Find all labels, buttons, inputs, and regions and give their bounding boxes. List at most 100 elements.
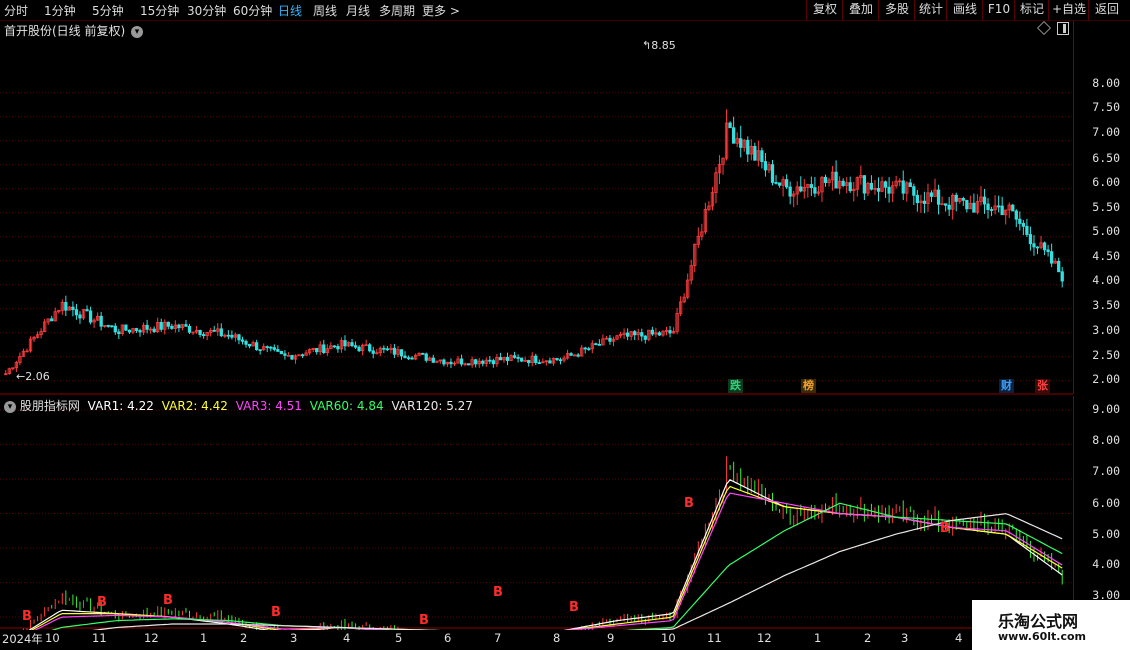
x-tick: 11 bbox=[92, 631, 107, 645]
candle-body bbox=[1035, 246, 1040, 249]
buy-signal-marker: B bbox=[569, 600, 579, 615]
candle-body bbox=[226, 334, 231, 337]
candle-body bbox=[350, 342, 354, 347]
event-tag-rise[interactable]: 张 bbox=[1035, 379, 1050, 393]
event-tag-fall[interactable]: 跌 bbox=[728, 379, 743, 393]
candle-body bbox=[777, 182, 782, 186]
candle-body bbox=[332, 345, 337, 348]
back-button[interactable]: 返回 bbox=[1088, 0, 1125, 20]
event-tag-finance[interactable]: 财 bbox=[999, 379, 1014, 393]
candle-body bbox=[558, 359, 563, 362]
indicator-line-var2 bbox=[30, 485, 1063, 630]
x-tick: 5 bbox=[395, 631, 403, 645]
candle-body bbox=[929, 192, 934, 197]
candle-body bbox=[85, 309, 89, 312]
x-tick: 8 bbox=[553, 631, 561, 645]
candle-body bbox=[488, 359, 492, 362]
candle-body bbox=[650, 329, 655, 335]
candle-body bbox=[442, 359, 446, 365]
x-tick: 12 bbox=[757, 631, 772, 645]
candle-body bbox=[279, 351, 284, 355]
indicator-line-var60 bbox=[51, 502, 1063, 630]
x-tick: 7 bbox=[494, 631, 502, 645]
candle-body bbox=[746, 139, 750, 155]
candle-body bbox=[770, 164, 775, 183]
candle-body bbox=[583, 347, 587, 350]
candle-body bbox=[516, 357, 520, 359]
candle-body bbox=[569, 353, 573, 356]
candle-body bbox=[424, 353, 428, 361]
candle-body bbox=[410, 357, 414, 360]
candle-body bbox=[286, 354, 291, 357]
candle-body bbox=[731, 127, 736, 144]
candle-body bbox=[449, 361, 453, 365]
candle-body bbox=[1042, 242, 1047, 251]
candle-body bbox=[608, 337, 612, 342]
candle-body bbox=[276, 349, 280, 352]
y-tick: 5.00 bbox=[1092, 527, 1120, 541]
candle-body bbox=[943, 203, 948, 206]
candle-body bbox=[633, 331, 637, 336]
buy-signal-marker: B bbox=[684, 496, 694, 511]
y-tick: 9.00 bbox=[1092, 402, 1120, 416]
indicator-var60: VAR60: 4.84 bbox=[309, 399, 384, 413]
candle-body bbox=[166, 321, 170, 327]
indicator-var2: VAR2: 4.42 bbox=[161, 399, 228, 413]
candle-body bbox=[258, 349, 262, 352]
candle-body bbox=[643, 335, 647, 340]
y-tick: 2.50 bbox=[1092, 348, 1120, 362]
candle-body bbox=[99, 315, 103, 327]
candle-body bbox=[1018, 218, 1022, 224]
candle-body bbox=[336, 346, 340, 350]
candle-body bbox=[403, 355, 407, 359]
candle-body bbox=[986, 203, 990, 210]
high-price-label: ↰8.85 bbox=[642, 39, 676, 52]
buy-signal-marker: B bbox=[271, 605, 281, 620]
candle-body bbox=[269, 346, 273, 349]
candle-body bbox=[799, 186, 803, 192]
candle-body bbox=[247, 343, 252, 347]
event-tag-rank[interactable]: 榜 bbox=[801, 379, 816, 393]
indicator-var120: VAR120: 5.27 bbox=[391, 399, 473, 413]
kline-chart[interactable]: B B B B B B B B B bbox=[0, 0, 1074, 630]
y-tick: 4.00 bbox=[1092, 557, 1120, 571]
candle-body bbox=[728, 122, 732, 129]
candle-body bbox=[290, 354, 294, 360]
x-tick: 3 bbox=[901, 631, 909, 645]
candle-body bbox=[371, 350, 375, 354]
candle-body bbox=[753, 146, 757, 161]
candle-body bbox=[159, 322, 163, 330]
candle-body bbox=[901, 180, 905, 194]
candle-body bbox=[201, 334, 206, 336]
y-tick: 8.00 bbox=[1092, 433, 1120, 447]
candle-body bbox=[254, 342, 259, 351]
buy-signal-marker: B bbox=[97, 595, 107, 610]
candle-body bbox=[657, 332, 662, 336]
candle-body bbox=[124, 324, 128, 331]
candle-body bbox=[145, 324, 149, 330]
candle-body bbox=[187, 325, 192, 333]
candle-body bbox=[972, 202, 976, 213]
candle-body bbox=[862, 175, 867, 194]
candle-body bbox=[996, 205, 1001, 208]
candle-body bbox=[134, 328, 139, 331]
candle-body bbox=[1060, 271, 1064, 282]
candle-body bbox=[505, 356, 510, 361]
candle-body bbox=[989, 209, 994, 211]
candle-body bbox=[834, 171, 838, 189]
candle-body bbox=[64, 301, 68, 311]
x-tick: 10 bbox=[45, 631, 60, 645]
indicator-var1: VAR1: 4.22 bbox=[87, 399, 154, 413]
candle-body bbox=[587, 348, 591, 351]
x-tick: 4 bbox=[955, 631, 963, 645]
candle-body bbox=[841, 180, 845, 186]
candle-body bbox=[1046, 249, 1050, 253]
candle-body bbox=[594, 343, 598, 346]
candle-body bbox=[343, 340, 347, 347]
candle-body bbox=[322, 344, 326, 354]
indicator-title: ▾ 股朋指标网 VAR1: 4.22 VAR2: 4.42 VAR3: 4.51… bbox=[4, 397, 473, 414]
chevron-down-icon[interactable]: ▾ bbox=[4, 400, 16, 413]
candle-body bbox=[364, 344, 368, 347]
indicator-line-var120 bbox=[91, 513, 1063, 630]
y-tick: 2.00 bbox=[1092, 372, 1120, 386]
